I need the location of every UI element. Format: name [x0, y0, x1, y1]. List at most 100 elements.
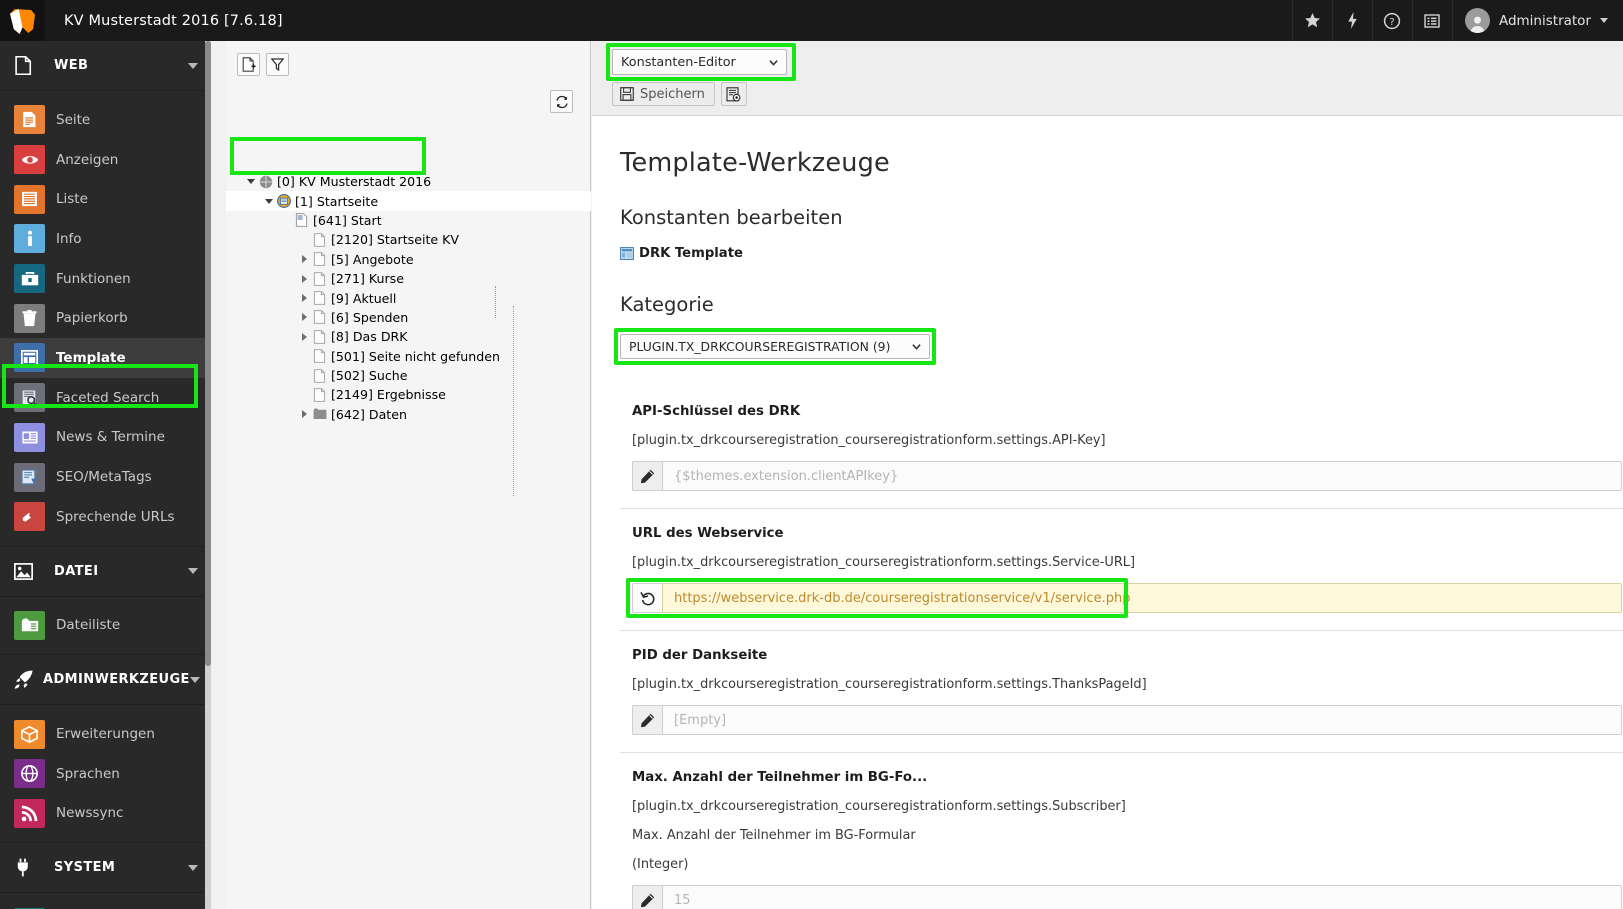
realurl-icon	[14, 502, 45, 532]
sidebar-item-sprachen[interactable]: Sprachen	[0, 754, 211, 794]
sidebar-item-liste[interactable]: Liste	[0, 179, 211, 219]
sidebar-item-label: Erweiterungen	[56, 726, 155, 743]
chevron-down-icon	[188, 864, 198, 871]
constant-field-type: (Integer)	[632, 857, 689, 872]
tree-node[interactable]: [9] Aktuell	[226, 288, 591, 307]
template-icon	[14, 343, 45, 373]
document-view-button[interactable]	[720, 82, 747, 106]
pencil-icon[interactable]	[632, 885, 662, 909]
filter-icon[interactable]	[266, 53, 289, 76]
sidebar-group-web[interactable]: WEB	[0, 41, 211, 91]
sidebar-item-erweiterungen[interactable]: Erweiterungen	[0, 714, 211, 754]
sidebar-item-funktionen[interactable]: Funktionen	[0, 259, 211, 299]
sidebar-item-newssync[interactable]: Newssync	[0, 794, 211, 834]
template-record[interactable]: DRK Template	[620, 246, 1623, 261]
tree-node[interactable]: [1] Startseite	[226, 191, 591, 211]
sidebar-item-seite[interactable]: Seite	[0, 100, 211, 140]
chevron-right-icon[interactable]	[302, 313, 307, 322]
tree-node[interactable]: [271] Kurse	[226, 269, 591, 288]
globe-icon	[14, 759, 45, 789]
image-icon	[14, 562, 45, 580]
tree-toggle[interactable]	[244, 179, 257, 185]
constant-field-input[interactable]: {$themes.extension.clientAPIkey}	[662, 461, 1622, 491]
package-icon	[14, 719, 45, 749]
tree-toggle[interactable]	[298, 255, 311, 264]
chevron-right-icon[interactable]	[302, 410, 307, 419]
tree-toggle[interactable]	[298, 332, 311, 341]
constant-field-input[interactable]: 15	[662, 885, 1622, 909]
sidebar-item-label: Papierkorb	[56, 310, 128, 327]
page-icon	[311, 291, 328, 305]
sidebar-item-anzeigen[interactable]: Anzeigen	[0, 140, 211, 180]
save-button[interactable]: Speichern	[612, 82, 715, 106]
folder-page-icon	[311, 408, 328, 420]
bolt-icon[interactable]	[1331, 0, 1372, 41]
chevron-right-icon[interactable]	[302, 255, 307, 264]
doc-header-buttons: Speichern	[612, 82, 747, 106]
sidebar-group-adminwerkzeuge[interactable]: ADMINWERKZEUGE	[0, 655, 211, 706]
sidebar-item-dateiliste[interactable]: Dateiliste	[0, 606, 211, 646]
user-menu[interactable]: Administrator	[1451, 0, 1623, 41]
tree-node[interactable]: [0] KV Musterstadt 2016	[226, 172, 591, 191]
sidebar-item-sprechende-urls[interactable]: Sprechende URLs	[0, 497, 211, 537]
pencil-icon[interactable]	[632, 705, 662, 735]
tree-node[interactable]: [501] Seite nicht gefunden	[226, 347, 591, 366]
category-select[interactable]: PLUGIN.TX_DRKCOURSEREGISTRATION (9)	[620, 334, 930, 359]
tree-node[interactable]: [642] Daten	[226, 405, 591, 424]
page-module-icon	[14, 105, 45, 135]
sidebar-item-label: Template	[56, 349, 126, 366]
chevron-right-icon[interactable]	[302, 294, 307, 303]
new-page-icon[interactable]	[237, 53, 260, 76]
sidebar-scrollbar[interactable]	[205, 41, 211, 666]
sidebar-item-info[interactable]: Info	[0, 219, 211, 259]
tree-toggle[interactable]	[298, 274, 311, 283]
sidebar-item-zugriff[interactable]: Zugriff	[0, 902, 211, 909]
sidebar-item-label: Sprechende URLs	[56, 508, 175, 525]
tree-toggle[interactable]	[298, 313, 311, 322]
tree-toggle[interactable]	[298, 410, 311, 419]
list-module-icon	[14, 184, 45, 214]
sidebar-item-news-termine[interactable]: News & Termine	[0, 418, 211, 458]
constant-field-input[interactable]: [Empty]	[662, 705, 1622, 735]
star-icon[interactable]	[1291, 0, 1332, 41]
tree-node[interactable]: [5] Angebote	[226, 250, 591, 269]
template-name: DRK Template	[639, 246, 743, 261]
tree-node[interactable]: [8] Das DRK	[226, 327, 591, 346]
chevron-down-icon[interactable]	[264, 198, 273, 204]
list-icon[interactable]	[1411, 0, 1452, 41]
sidebar: WEB Seite Anzeigen Liste Info Funktionen Papie…	[0, 41, 211, 909]
sidebar-item-papierkorb[interactable]: Papierkorb	[0, 298, 211, 338]
sidebar-group-datei[interactable]: DATEI	[0, 547, 211, 597]
pencil-icon[interactable]	[632, 461, 662, 491]
sidebar-group-system[interactable]: SYSTEM	[0, 843, 211, 894]
tree-node[interactable]: [502] Suche	[226, 366, 591, 385]
kategorie-title: Kategorie	[620, 293, 714, 316]
section-title: Konstanten bearbeiten	[620, 206, 843, 229]
save-button-label: Speichern	[640, 86, 705, 102]
constant-fields-list: API-Schlüssel des DRK [plugin.tx_drkcours…	[620, 387, 1623, 909]
tree-node[interactable]: [2149] Ergebnisse	[226, 385, 591, 404]
chevron-down-icon	[189, 676, 200, 683]
undo-icon[interactable]	[632, 583, 662, 613]
chevron-right-icon[interactable]	[302, 274, 307, 283]
tree-toggle[interactable]	[262, 198, 275, 204]
constant-field-input[interactable]: https://webservice.drk-db.de/courseregis…	[662, 583, 1622, 613]
doc-header: Konstanten-Editor Speichern	[592, 41, 1623, 116]
tree-toggle[interactable]	[298, 294, 311, 303]
search-module-icon	[14, 383, 45, 413]
refresh-tree-button[interactable]	[550, 90, 573, 113]
sidebar-item-seo-metatags[interactable]: SEO/MetaTags	[0, 457, 211, 497]
info-icon	[14, 224, 45, 254]
chevron-right-icon[interactable]	[302, 332, 307, 341]
help-icon[interactable]: ?	[1371, 0, 1412, 41]
typo3-logo[interactable]	[0, 0, 45, 41]
tree-node[interactable]: [6] Spenden	[226, 308, 591, 327]
sidebar-item-faceted-search[interactable]: Faceted Search	[0, 378, 211, 418]
sidebar-item-template[interactable]: Template	[0, 338, 211, 378]
module-select[interactable]: Konstanten-Editor	[612, 49, 787, 75]
tree-node[interactable]: [2120] Startseite KV	[226, 230, 591, 249]
chevron-down-icon[interactable]	[246, 179, 255, 185]
tree-node[interactable]: [641] Start	[226, 211, 591, 230]
tree-node-label: [641] Start	[313, 212, 382, 228]
